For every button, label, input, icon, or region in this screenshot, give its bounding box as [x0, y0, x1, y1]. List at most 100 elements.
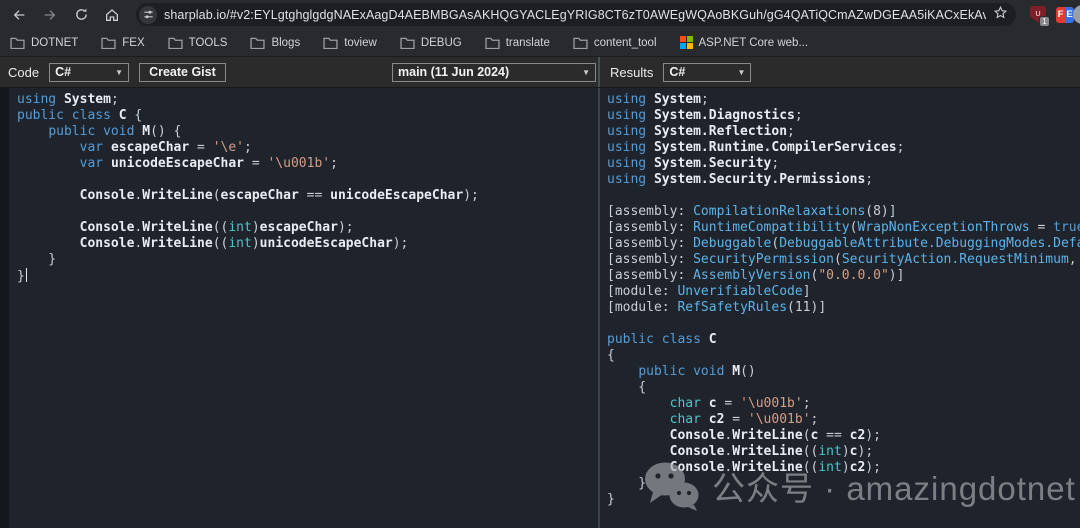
extension-button-1[interactable]: U 1 [1029, 5, 1050, 27]
bookmark-item[interactable]: DOTNET [10, 37, 78, 49]
folder-icon [250, 37, 266, 49]
star-icon [993, 5, 1008, 19]
code-line: [assembly: SecurityPermission(SecurityAc… [607, 252, 1077, 267]
back-icon [13, 9, 25, 20]
extension-2-icon: FE [1056, 6, 1074, 23]
code-line: Console.WriteLine(c == c2); [669, 428, 881, 443]
bookmark-label: FEX [122, 36, 145, 49]
extension-button-2[interactable]: FE [1056, 6, 1074, 24]
code-line: char c2 = '\u001b'; [669, 412, 819, 427]
code-line: } [607, 492, 615, 507]
back-button[interactable] [8, 4, 30, 26]
code-line: using System.Runtime.CompilerServices; [607, 140, 905, 155]
code-line: { [607, 348, 615, 363]
create-gist-button[interactable]: Create Gist [139, 62, 226, 82]
results-toolbar-section: Results C# ▼ [600, 57, 1080, 87]
folder-icon [101, 37, 116, 49]
code-line: using System; [607, 92, 709, 107]
results-content: using System; using System.Diagnostics; us… [607, 92, 1080, 508]
extension-1-badge: 1 [1039, 15, 1050, 27]
code-section-label: Code [8, 64, 40, 80]
bookmark-item[interactable]: DEBUG [400, 37, 462, 49]
bookmark-label: translate [505, 36, 550, 49]
code-line: Console.WriteLine((int)c); [669, 444, 874, 459]
folder-icon [485, 37, 500, 49]
code-line: [module: RefSafetyRules(11)] [607, 300, 827, 315]
code-line: } [607, 476, 647, 491]
code-line: using System.Security; [607, 156, 780, 171]
code-line: using System.Diagnostics; [607, 108, 803, 123]
bookmark-label: content_tool [593, 36, 657, 49]
chevron-down-icon: ▼ [737, 67, 746, 77]
code-editor-panel[interactable]: using System; public class C { public voi… [0, 88, 600, 528]
code-language-value: C# [55, 65, 72, 79]
code-line: [assembly: RuntimeCompatibility(WrapNonE… [607, 220, 1080, 235]
bookmark-item[interactable]: Blogs [250, 37, 300, 49]
forward-button[interactable] [39, 4, 61, 26]
results-panel[interactable]: using System; using System.Diagnostics; us… [600, 88, 1080, 528]
text-cursor [25, 268, 28, 282]
sharplab-toolbar: Code C# ▼ Create Gist main (11 Jun 2024)… [0, 57, 1080, 88]
code-line: public class C [607, 332, 717, 347]
branch-value: main (11 Jun 2024) [398, 65, 510, 79]
bookmark-star-button[interactable] [993, 5, 1008, 25]
bookmark-label: ASP.NET Core web... [698, 36, 809, 49]
code-toolbar-section: Code C# ▼ Create Gist main (11 Jun 2024)… [0, 57, 600, 87]
code-line: var unicodeEscapeChar = '\u001b'; [79, 156, 338, 171]
code-line: Console.WriteLine((int)c2); [669, 460, 881, 475]
code-line: using System.Reflection; [607, 124, 795, 139]
home-button[interactable] [101, 4, 123, 26]
code-line: var escapeChar = '\e'; [79, 140, 252, 155]
bookmark-label: DEBUG [420, 36, 462, 49]
create-gist-label: Create Gist [149, 65, 216, 79]
code-line: using System; [17, 92, 119, 107]
bookmark-item[interactable]: FEX [101, 36, 145, 49]
code-line: [assembly: Debuggable(DebuggableAttribut… [607, 236, 1080, 251]
site-info-button[interactable] [139, 5, 157, 24]
code-line: } [17, 268, 598, 284]
code-line: public void M() [638, 364, 756, 379]
branch-select[interactable]: main (11 Jun 2024) ▼ [392, 62, 596, 82]
microsoft-icon [679, 36, 693, 49]
bookmark-label: TOOLS [188, 36, 228, 49]
reload-icon [75, 8, 87, 20]
bookmarks-bar: DOTNET FEX TOOLS Blogs toview DEBUG translate c… [0, 29, 1080, 57]
chevron-down-icon: ▼ [115, 67, 124, 77]
forward-icon [44, 9, 56, 20]
bookmark-item[interactable]: translate [485, 37, 550, 49]
code-editor-content[interactable]: using System; public class C { public voi… [17, 92, 598, 284]
code-line: Console.WriteLine((int)unicodeEscapeChar… [79, 236, 409, 251]
browser-window: sharplab.io/#v2:EYLgtghglgdgNAExAagD4AEB… [0, 0, 1080, 528]
bookmark-item[interactable]: toview [323, 37, 377, 49]
code-line: } [17, 252, 57, 267]
bookmark-label: Blogs [271, 36, 301, 49]
code-line: [module: UnverifiableCode] [607, 284, 811, 299]
profile-avatar[interactable] [1073, 5, 1080, 24]
results-section-label: Results [610, 64, 654, 80]
code-language-select[interactable]: C# ▼ [49, 62, 130, 82]
code-line: public void M() { [48, 124, 182, 139]
url-text[interactable]: sharplab.io/#v2:EYLgtghglgdgNAExAagD4AEB… [164, 8, 986, 22]
bookmark-item[interactable]: TOOLS [168, 36, 228, 49]
tune-icon [143, 10, 153, 19]
code-line: Console.WriteLine((int)escapeChar); [79, 220, 354, 235]
folder-icon [573, 37, 588, 49]
code-line: char c = '\u001b'; [669, 396, 811, 411]
url-bar[interactable]: sharplab.io/#v2:EYLgtghglgdgNAExAagD4AEB… [136, 3, 1016, 26]
folder-icon [400, 37, 415, 49]
results-language-select[interactable]: C# ▼ [663, 62, 752, 82]
extension-2-letter-f: F [1056, 6, 1065, 23]
folder-icon [168, 37, 183, 49]
chevron-down-icon: ▼ [582, 67, 590, 77]
reload-button[interactable] [70, 4, 92, 26]
bookmark-item[interactable]: ASP.NET Core web... [679, 36, 809, 49]
code-line: { [607, 380, 647, 395]
code-line: [assembly: AssemblyVersion("0.0.0.0")] [607, 268, 905, 283]
bookmark-item[interactable]: content_tool [573, 37, 657, 49]
bookmark-label: DOTNET [31, 36, 79, 49]
code-line: using System.Security.Permissions; [607, 172, 874, 187]
